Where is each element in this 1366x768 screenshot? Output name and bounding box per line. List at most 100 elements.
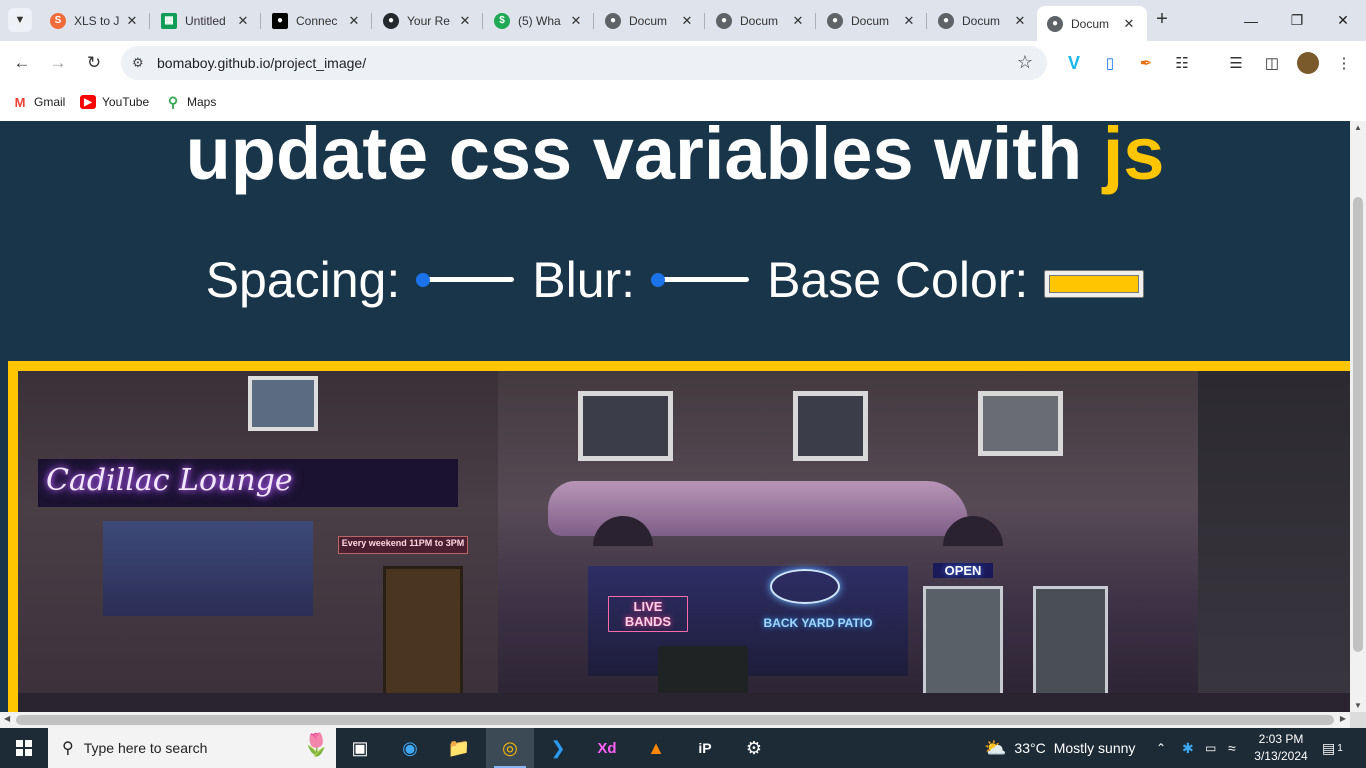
xls-converter-icon: S: [50, 12, 66, 29]
slider-track: [418, 277, 515, 282]
vlc-button[interactable]: ▲: [632, 728, 680, 768]
settings-button[interactable]: ⚙: [730, 728, 778, 768]
base-color-picker[interactable]: [1044, 270, 1145, 298]
new-tab-button[interactable]: +: [1150, 8, 1174, 32]
blur-label: Blur:: [532, 252, 636, 308]
close-icon[interactable]: ✕: [1121, 16, 1137, 32]
scrollbar-thumb[interactable]: [1353, 197, 1363, 652]
chrome-button[interactable]: ◎: [486, 728, 534, 768]
close-icon[interactable]: ✕: [457, 13, 473, 29]
close-icon[interactable]: ✕: [790, 13, 806, 29]
gmail-icon: M: [14, 94, 26, 110]
weather-widget[interactable]: ⛅ 33°C Mostly sunny: [984, 728, 1135, 768]
tab-document-4[interactable]: ● Docum ✕: [928, 6, 1038, 35]
ipmsg-button[interactable]: iP: [681, 728, 729, 768]
tab-search-button[interactable]: ▼: [8, 8, 32, 32]
money-icon: $: [494, 12, 510, 29]
tab-title: Docum: [851, 13, 890, 28]
blur-slider[interactable]: [651, 265, 751, 295]
task-view-icon: ▣: [351, 737, 369, 758]
github-icon: ●: [383, 12, 399, 29]
close-icon: ✕: [1337, 12, 1349, 28]
scroll-left-icon[interactable]: ◀: [4, 714, 10, 723]
start-button[interactable]: [0, 728, 48, 768]
bluetooth-icon[interactable]: ✱: [1182, 728, 1194, 768]
tab-document-1[interactable]: ● Docum ✕: [595, 6, 705, 35]
url-text[interactable]: bomaboy.github.io/project_image/: [157, 55, 366, 71]
minimize-button[interactable]: —: [1228, 0, 1274, 41]
tab-connect[interactable]: ● Connec ✕: [262, 6, 372, 35]
sidewalk: [18, 693, 1350, 712]
tab-untitled[interactable]: ▦ Untitled ✕: [151, 6, 261, 35]
edge-icon: ◉: [402, 737, 418, 758]
weather-text: Mostly sunny: [1053, 740, 1136, 756]
bookmark-youtube[interactable]: ▶ YouTube: [80, 92, 149, 112]
close-icon[interactable]: ✕: [1012, 13, 1028, 29]
scroll-right-icon[interactable]: ▶: [1340, 714, 1346, 723]
slider-thumb[interactable]: [651, 273, 666, 287]
media-control-icon[interactable]: ☰: [1225, 52, 1247, 74]
vscode-button[interactable]: ❯: [534, 728, 582, 768]
tab-document-2[interactable]: ● Docum ✕: [706, 6, 816, 35]
time-text: 2:03 PM: [1258, 732, 1304, 746]
tab-title: XLS to J: [74, 13, 120, 28]
profile-avatar[interactable]: [1297, 52, 1319, 74]
tray-expand-icon[interactable]: ⌃: [1156, 728, 1166, 768]
extensions-puzzle-icon[interactable]: ☷: [1171, 52, 1193, 74]
scroll-down-icon[interactable]: ▼: [1350, 701, 1366, 710]
notification-center[interactable]: ▤ 1: [1322, 728, 1343, 768]
horizontal-scrollbar[interactable]: ◀ ▶: [0, 712, 1350, 728]
color-picker-extension-icon[interactable]: ✒: [1135, 52, 1157, 74]
flowers-icon: 🌷: [302, 732, 330, 757]
window: [248, 376, 318, 431]
vscode-icon: ❯: [550, 737, 566, 758]
scrollbar-thumb[interactable]: [16, 715, 1334, 725]
close-icon[interactable]: ✕: [901, 13, 917, 29]
taskbar-search[interactable]: ⚲ Type here to search 🌷: [48, 728, 336, 768]
tab-whatsapp[interactable]: $ (5) Wha ✕: [484, 6, 594, 35]
search-icon: ⚲: [62, 740, 74, 757]
page-viewport: update css variables with js Spacing: Bl…: [0, 121, 1350, 712]
close-icon[interactable]: ✕: [235, 13, 251, 29]
forward-button[interactable]: →: [44, 49, 72, 77]
slider-thumb[interactable]: [416, 273, 431, 287]
tab-document-active[interactable]: ● Docum ✕: [1037, 6, 1147, 41]
battery-icon[interactable]: ▭: [1205, 728, 1216, 768]
close-window-button[interactable]: ✕: [1320, 0, 1366, 41]
windows-taskbar: ⚲ Type here to search 🌷 ▣ ◉ 📁 ◎ ❯ Xd ▲ i…: [0, 728, 1366, 768]
address-bar[interactable]: ⚙ bomaboy.github.io/project_image/ ☆: [121, 46, 1047, 80]
restore-icon: ❐: [1290, 12, 1304, 28]
edge-button[interactable]: ◉: [386, 728, 434, 768]
file-explorer-button[interactable]: 📁: [435, 728, 483, 768]
folder-icon: 📁: [447, 737, 471, 758]
site-settings-icon[interactable]: ⚙: [132, 55, 144, 71]
tab-xls-to-json[interactable]: S XLS to J ✕: [40, 6, 150, 35]
bookmark-star-icon[interactable]: ☆: [1017, 52, 1033, 73]
close-icon[interactable]: ✕: [568, 13, 584, 29]
close-icon[interactable]: ✕: [346, 13, 362, 29]
reload-button[interactable]: ↻: [80, 49, 108, 77]
side-panel-icon[interactable]: ◫: [1261, 52, 1283, 74]
clipboard-extension-icon[interactable]: ▯: [1099, 52, 1121, 74]
tab-title: Untitled: [185, 13, 226, 28]
tab-title: Docum: [962, 13, 1001, 28]
scroll-up-icon[interactable]: ▲: [1350, 123, 1366, 132]
bookmark-maps[interactable]: ⚲ Maps: [165, 92, 216, 112]
spacing-slider[interactable]: [416, 265, 516, 295]
bookmark-gmail[interactable]: M Gmail: [12, 92, 66, 112]
clock[interactable]: 2:03 PM 3/13/2024: [1250, 731, 1312, 765]
plus-icon: +: [1156, 8, 1168, 30]
gear-icon: ⚙: [745, 737, 763, 758]
tab-github[interactable]: ● Your Re ✕: [373, 6, 483, 35]
close-icon[interactable]: ✕: [124, 13, 140, 29]
restore-button[interactable]: ❐: [1274, 0, 1320, 41]
close-icon[interactable]: ✕: [679, 13, 695, 29]
more-menu-icon[interactable]: ⋮: [1333, 52, 1355, 74]
adobe-xd-button[interactable]: Xd: [583, 728, 631, 768]
wifi-icon[interactable]: ≈: [1228, 728, 1236, 768]
vertical-scrollbar[interactable]: ▲ ▼: [1350, 121, 1366, 712]
task-view-button[interactable]: ▣: [336, 728, 384, 768]
tab-document-3[interactable]: ● Docum ✕: [817, 6, 927, 35]
back-button[interactable]: ←: [8, 49, 36, 77]
vimeo-extension-icon[interactable]: V: [1063, 52, 1085, 74]
